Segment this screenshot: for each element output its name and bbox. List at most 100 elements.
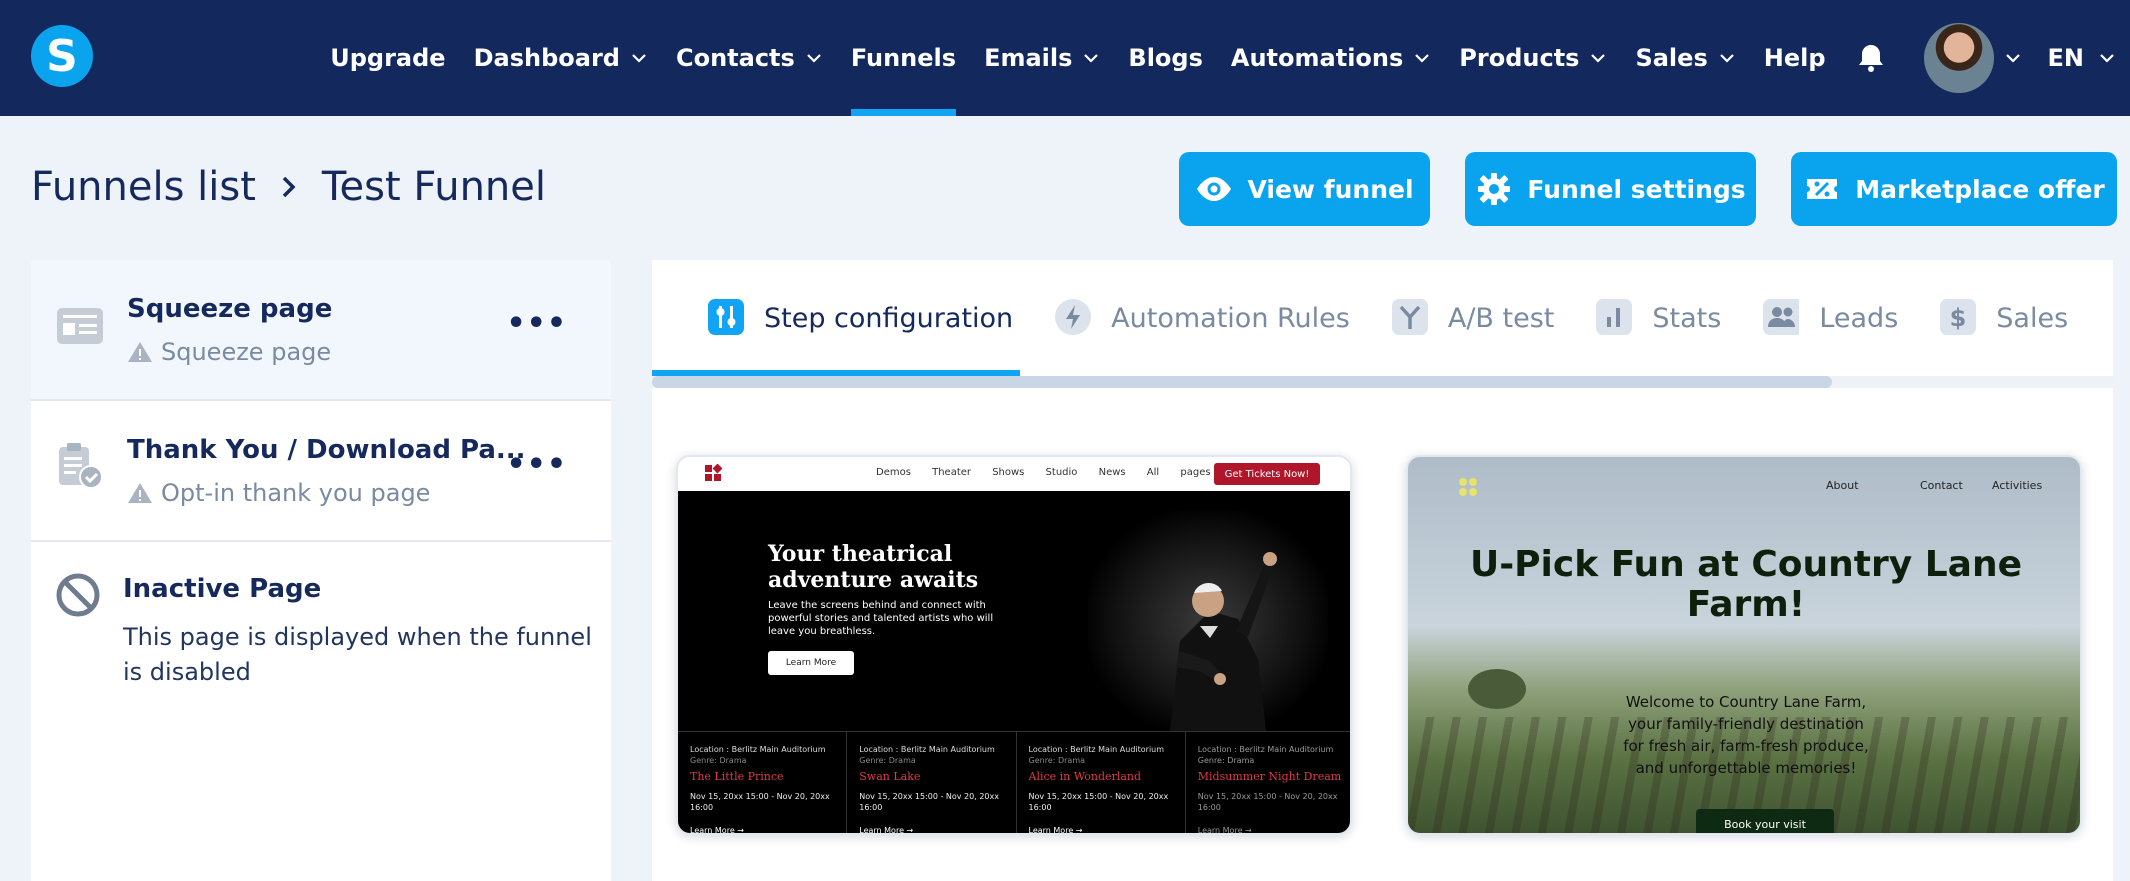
chevron-down-icon — [632, 54, 646, 63]
nav-label: Help — [1763, 44, 1826, 72]
more-options-icon[interactable]: ••• — [506, 447, 567, 482]
users-icon — [1763, 299, 1800, 335]
inactive-page-item[interactable]: Inactive Page This page is displayed whe… — [31, 542, 611, 742]
ban-icon — [56, 573, 100, 617]
show-location: Location : Berlitz Main Auditorium — [1028, 745, 1165, 754]
nav-label: Sales — [1635, 44, 1708, 72]
tab-step-configuration[interactable]: Step configuration — [708, 260, 1041, 376]
app-logo[interactable]: S — [31, 25, 93, 87]
show-genre: Genre: Drama — [1197, 756, 1255, 765]
step-type: Squeeze page — [127, 338, 331, 366]
theater-logo-icon — [705, 464, 722, 481]
funnel-settings-button[interactable]: Funnel settings — [1465, 152, 1756, 226]
nav-automations[interactable]: Automations — [1231, 0, 1431, 116]
more-options-icon[interactable]: ••• — [506, 306, 567, 341]
tab-ab-test[interactable]: A/B test — [1391, 260, 1583, 376]
scrollbar-thumb[interactable] — [652, 376, 1832, 388]
tab-sales[interactable]: $ Sales — [1940, 260, 2096, 376]
breadcrumb-current: Test Funnel — [321, 164, 546, 210]
tabs-scrollbar[interactable] — [652, 376, 2113, 388]
template-heading: Your theatrical adventure awaits — [768, 541, 979, 593]
show-title: The Little Prince — [690, 770, 784, 783]
show-location: Location : Berlitz Main Auditorium — [1197, 745, 1334, 754]
show-dates: Nov 15, 20xx 15:00 - Nov 20, 20xx 16:00 — [1028, 792, 1169, 812]
step-type: Opt-in thank you page — [127, 479, 430, 507]
button-label: View funnel — [1247, 174, 1414, 204]
chevron-down-icon[interactable] — [2004, 49, 2022, 67]
show-item: Location : Berlitz Main Auditorium Genre… — [1017, 732, 1186, 835]
funnel-steps-sidebar: Squeeze page Squeeze page ••• Thank You … — [31, 260, 611, 881]
tab-label: Step configuration — [764, 302, 1014, 334]
nav-contacts[interactable]: Contacts — [676, 0, 823, 116]
template-hero: Your theatrical adventure awaits Leave t… — [678, 491, 1350, 731]
show-item: Location : Berlitz Main Auditorium Genre… — [847, 732, 1017, 833]
chevron-down-icon — [1591, 54, 1606, 63]
nav-label: Dashboard — [473, 44, 620, 72]
nav-label: Blogs — [1128, 44, 1203, 72]
inactive-page-description: This page is displayed when the funnel i… — [123, 623, 592, 686]
nav-funnels[interactable]: Funnels — [850, 0, 957, 116]
nav-products[interactable]: Products — [1459, 0, 1607, 116]
nav-sales[interactable]: Sales — [1635, 0, 1735, 116]
page-layout-icon — [57, 308, 103, 344]
top-navbar: S Upgrade Dashboard Contacts Funnels Ema… — [0, 0, 2130, 116]
show-location: Location : Berlitz Main Auditorium — [859, 745, 995, 754]
show-genre: Genre: Drama — [690, 756, 747, 765]
bar-chart-icon — [1596, 299, 1633, 335]
chevron-right-icon — [282, 176, 296, 198]
marketplace-offer-button[interactable]: Marketplace offer — [1791, 152, 2117, 226]
show-link: Learn More → — [1028, 826, 1083, 835]
clipboard-check-icon — [59, 443, 103, 489]
show-item: Location : Berlitz Main Auditorium Genre… — [1186, 732, 1350, 835]
template-text: Leave the screens behind and connect wit… — [768, 600, 994, 637]
show-item: Location : Berlitz Main Auditorium Genre… — [678, 732, 848, 835]
language-selector[interactable]: EN — [2048, 44, 2116, 72]
nav-label: Products — [1459, 44, 1580, 72]
nav-label: Funnels — [850, 44, 957, 72]
template-menu-about: About — [1826, 479, 1859, 492]
nav-label: Automations — [1230, 44, 1404, 72]
step-title: Thank You / Download Pa... — [127, 435, 526, 465]
show-link: Learn More → — [1197, 826, 1252, 835]
tab-label: Leads — [1819, 302, 1899, 334]
nav-emails[interactable]: Emails — [984, 0, 1100, 116]
sliders-icon — [708, 299, 744, 335]
show-title: Swan Lake — [859, 770, 921, 783]
chevron-down-icon — [807, 54, 821, 63]
nav-dashboard[interactable]: Dashboard — [474, 0, 648, 116]
dollar-icon: $ — [1940, 299, 1977, 335]
template-text: Welcome to Country Lane Farm, your famil… — [1623, 693, 1869, 777]
step-thank-you-page[interactable]: Thank You / Download Pa... Opt-in thank … — [31, 401, 611, 542]
svg-text:$: $ — [1950, 304, 1967, 332]
view-funnel-button[interactable]: View funnel — [1179, 152, 1430, 226]
farm-logo-icon — [1459, 478, 1477, 496]
breadcrumb-parent[interactable]: Funnels list — [31, 164, 256, 210]
user-avatar[interactable] — [1923, 23, 1994, 93]
gear-icon — [1478, 173, 1511, 205]
warning-icon — [128, 342, 152, 362]
template-card-farm[interactable]: About Contact Activities U-Pick Fun at C… — [1406, 455, 2082, 835]
step-squeeze-page[interactable]: Squeeze page Squeeze page ••• — [31, 260, 611, 401]
conductor-image — [1170, 552, 1277, 731]
lightning-icon — [1055, 299, 1092, 335]
bell-icon[interactable] — [1854, 41, 1888, 75]
tree-shape — [1468, 669, 1526, 709]
show-title: Alice in Wonderland — [1028, 770, 1142, 783]
chevron-down-icon — [1719, 54, 1734, 63]
nav-help[interactable]: Help — [1764, 0, 1826, 116]
template-menu-activities: Activities — [1992, 479, 2043, 492]
chevron-down-icon — [2100, 54, 2114, 63]
button-label: Marketplace offer — [1855, 174, 2105, 204]
show-link: Learn More → — [690, 826, 744, 835]
show-genre: Genre: Drama — [1028, 756, 1086, 765]
tab-automation-rules[interactable]: Automation Rules — [1055, 260, 1378, 376]
template-card-theater[interactable]: Demos Theater Shows Studio News All page… — [676, 455, 1352, 835]
nav-blogs[interactable]: Blogs — [1128, 0, 1202, 116]
template-button: Learn More — [768, 651, 854, 675]
tab-leads[interactable]: Leads — [1763, 260, 1926, 376]
template-shows: Location : Berlitz Main Auditorium Genre… — [678, 731, 1350, 835]
breadcrumb: Funnels list Test Funnel — [31, 164, 546, 210]
show-title: Midsummer Night Dream — [1197, 770, 1342, 783]
tab-stats[interactable]: Stats — [1596, 260, 1749, 376]
nav-upgrade[interactable]: Upgrade — [330, 0, 445, 116]
